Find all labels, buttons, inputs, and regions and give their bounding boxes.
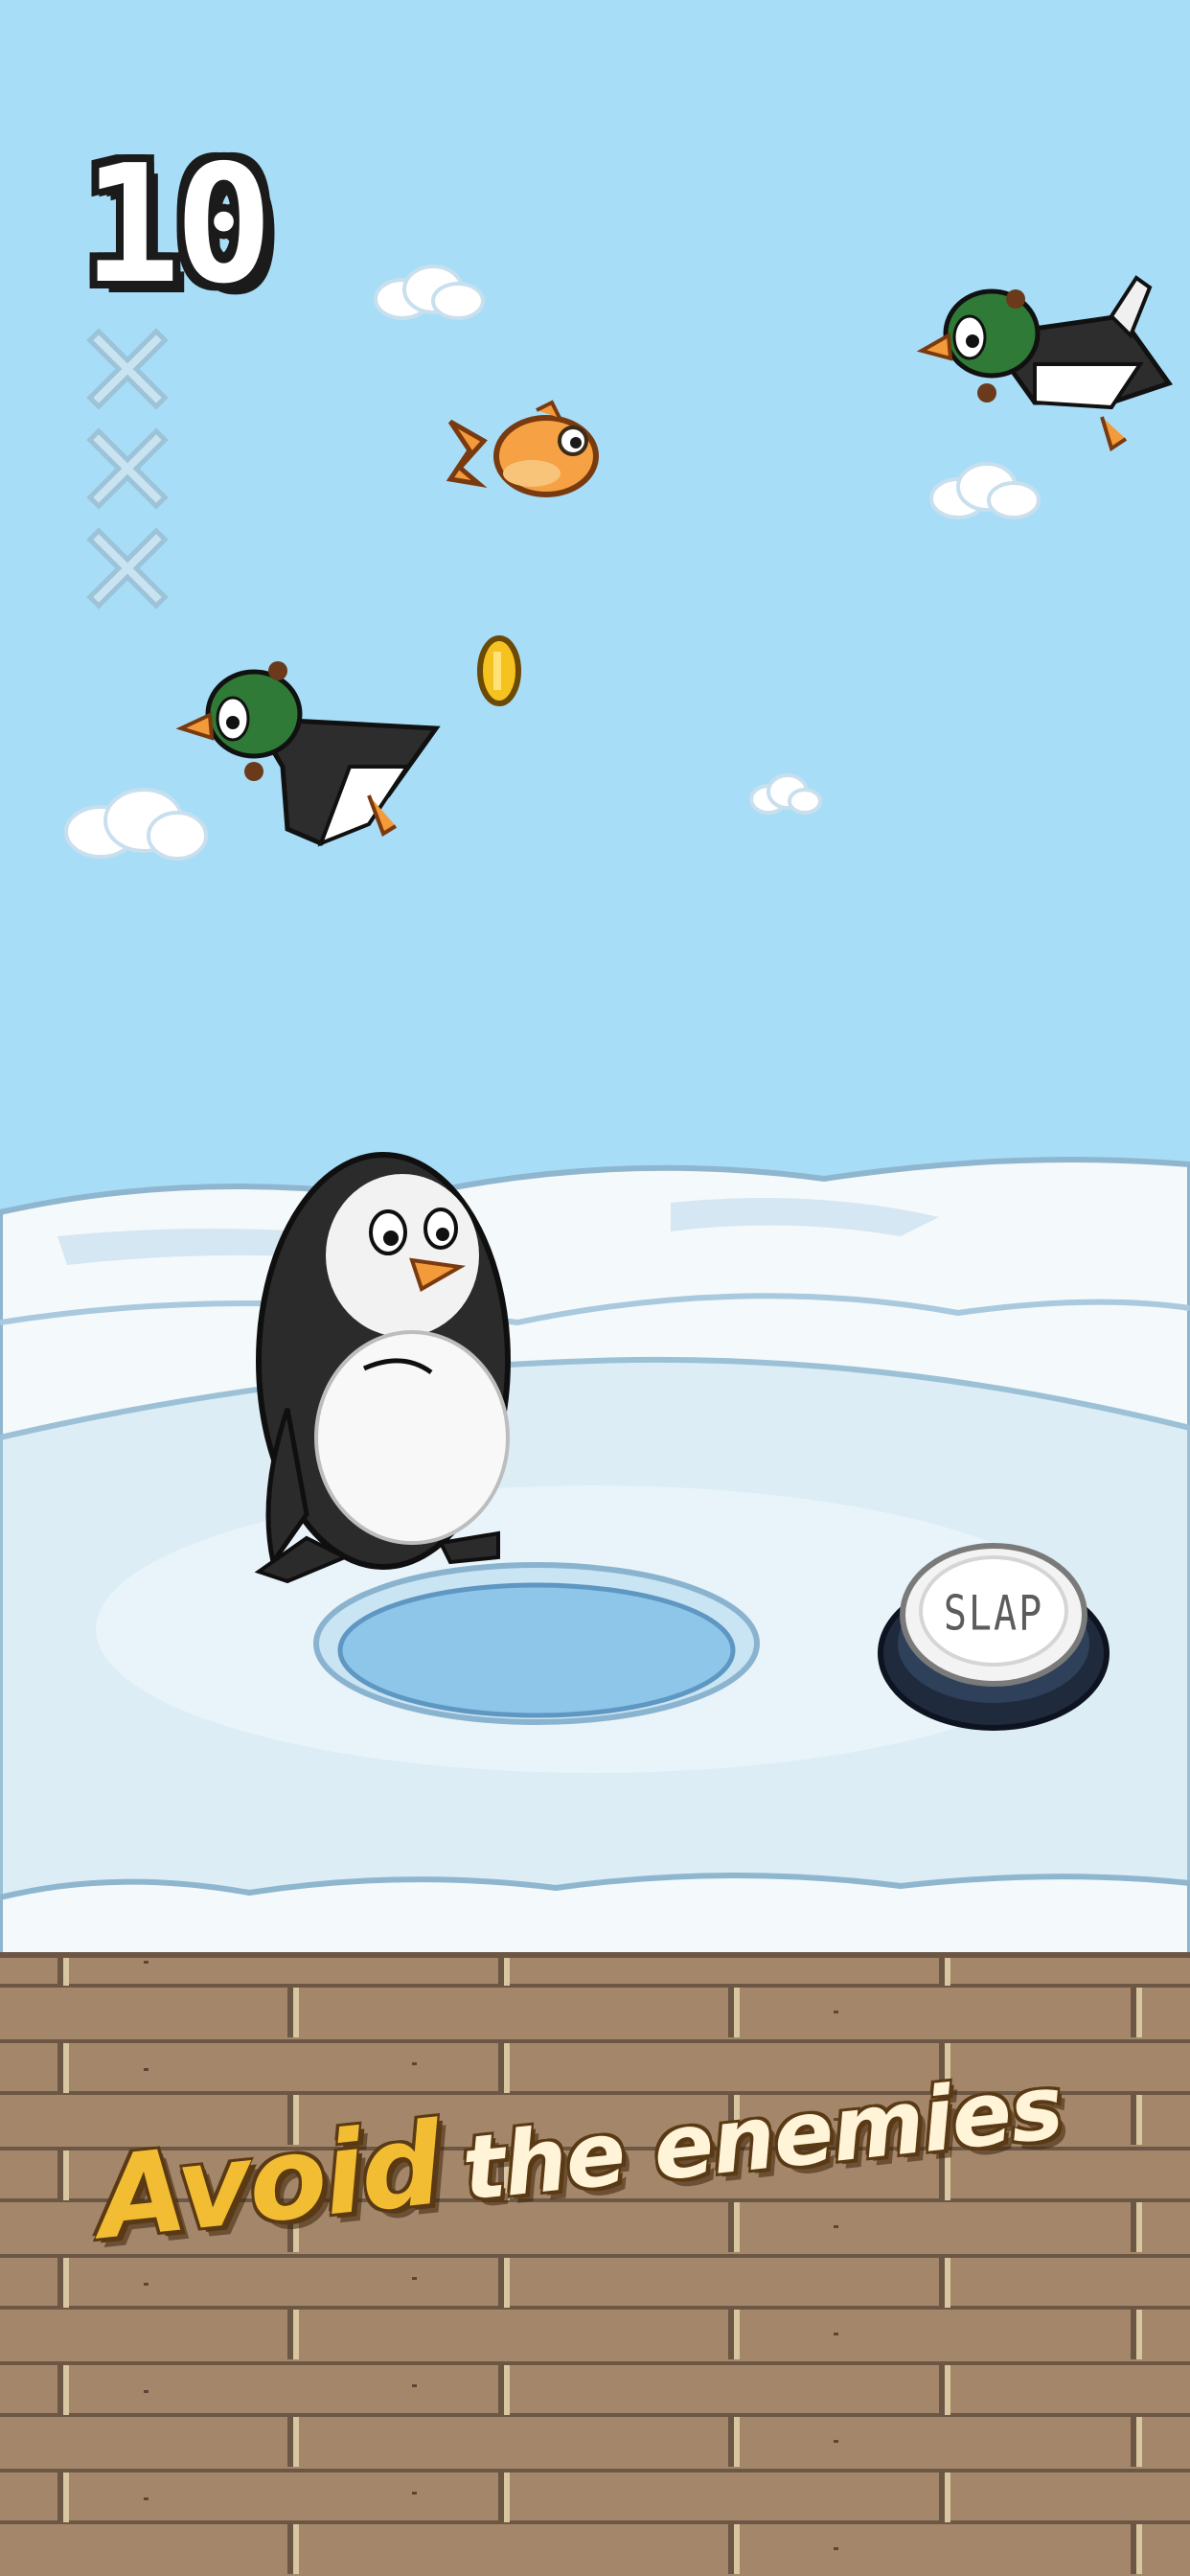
- slap-button[interactable]: SLAP: [874, 1538, 1113, 1739]
- fish-pickup: [446, 400, 599, 497]
- x-mark-icon: [86, 328, 169, 410]
- lives-indicator: [84, 326, 171, 625]
- score-counter: 10: [82, 130, 273, 320]
- cloud: [749, 773, 822, 815]
- coin-pickup: [477, 635, 521, 706]
- cloud: [374, 264, 485, 320]
- penguin-player: [254, 1152, 511, 1584]
- duck-enemy: [916, 275, 1174, 452]
- cloud: [929, 462, 1041, 519]
- cloud: [64, 788, 208, 861]
- duck-enemy: [175, 661, 441, 847]
- x-mark-icon: [86, 527, 169, 610]
- snow-bank-front: [0, 1873, 1190, 1967]
- x-mark-icon: [86, 427, 169, 510]
- slap-button-label: SLAP: [943, 1586, 1044, 1642]
- ice-hole: [313, 1562, 760, 1725]
